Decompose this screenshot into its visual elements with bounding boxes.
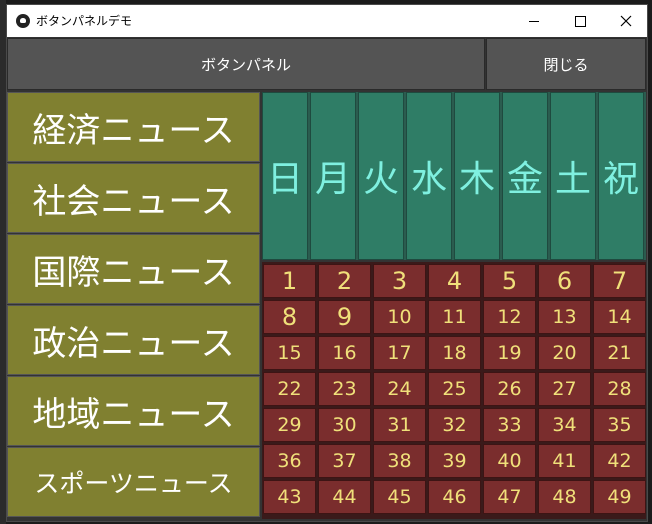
date-button[interactable]: 26 [483,372,536,406]
weekday-button[interactable]: 祝 [598,92,644,260]
weekday-button[interactable]: 水 [406,92,452,260]
date-button[interactable]: 17 [373,336,426,370]
date-button[interactable]: 47 [483,480,536,514]
date-button[interactable]: 23 [318,372,371,406]
minimize-icon [529,20,539,22]
weekday-button[interactable]: 月 [310,92,356,260]
date-button[interactable]: 35 [593,408,646,442]
date-button[interactable]: 22 [263,372,316,406]
app-icon [16,14,30,28]
date-button[interactable]: 5 [483,264,536,298]
date-button[interactable]: 40 [483,444,536,478]
date-button[interactable]: 28 [593,372,646,406]
date-button[interactable]: 4 [428,264,481,298]
date-button[interactable]: 43 [263,480,316,514]
date-button[interactable]: 14 [593,300,646,334]
date-button[interactable]: 20 [538,336,591,370]
weekday-button[interactable]: 金 [502,92,548,260]
date-button[interactable]: 49 [593,480,646,514]
date-button[interactable]: 2 [318,264,371,298]
date-button[interactable]: 48 [538,480,591,514]
weekday-button[interactable]: 木 [454,92,500,260]
maximize-icon [574,15,586,27]
news-button-4[interactable]: 政治ニュース [7,305,260,375]
date-button[interactable]: 3 [373,264,426,298]
date-button[interactable]: 19 [483,336,536,370]
weekday-button[interactable]: 土 [550,92,596,260]
window-title: ボタンパネルデモ [36,14,133,28]
date-button[interactable]: 42 [593,444,646,478]
news-button-5[interactable]: 地域ニュース [7,376,260,446]
date-button[interactable]: 16 [318,336,371,370]
date-grid: 1 2 3 4 5 6 7 8 9 10 11 12 13 14 15 16 17 18 19 20 21 22 23 24 2… [262,262,646,519]
date-button[interactable]: 6 [538,264,591,298]
news-button-2[interactable]: 社会ニュース [7,163,260,233]
date-button[interactable]: 30 [318,408,371,442]
date-button[interactable]: 10 [373,300,426,334]
news-button-3[interactable]: 国際ニュース [7,234,260,304]
date-button[interactable]: 46 [428,480,481,514]
date-button[interactable]: 11 [428,300,481,334]
date-button[interactable]: 33 [483,408,536,442]
date-button[interactable]: 12 [483,300,536,334]
date-button[interactable]: 15 [263,336,316,370]
date-button[interactable]: 44 [318,480,371,514]
maximize-button[interactable] [557,5,603,37]
date-button[interactable]: 1 [263,264,316,298]
date-button[interactable]: 21 [593,336,646,370]
date-button[interactable]: 37 [318,444,371,478]
date-button[interactable]: 41 [538,444,591,478]
weekday-button[interactable]: 日 [262,92,308,260]
date-button[interactable]: 36 [263,444,316,478]
app-window: ボタンパネルデモ ボタンパネル 閉じる 経済ニュース 社会ニュース 国際ニュース 政治… [6,4,648,522]
date-button[interactable]: 45 [373,480,426,514]
date-button[interactable]: 24 [373,372,426,406]
minimize-button[interactable] [511,5,557,37]
weekday-header: 日月火水木金土祝 [262,92,646,260]
title-bar: ボタンパネルデモ [7,5,647,37]
date-button[interactable]: 29 [263,408,316,442]
date-button[interactable]: 34 [538,408,591,442]
date-button[interactable]: 32 [428,408,481,442]
news-button-1[interactable]: 経済ニュース [7,92,260,162]
date-button[interactable]: 9 [318,300,371,334]
date-button[interactable]: 39 [428,444,481,478]
close-icon [620,15,632,27]
date-button[interactable]: 13 [538,300,591,334]
date-button[interactable]: 31 [373,408,426,442]
date-button[interactable]: 18 [428,336,481,370]
weekday-button[interactable]: 火 [358,92,404,260]
date-button[interactable]: 38 [373,444,426,478]
close-button[interactable]: 閉じる [486,38,646,90]
date-button[interactable]: 8 [263,300,316,334]
news-button-6[interactable]: スポーツニュース [7,447,260,517]
date-button[interactable]: 27 [538,372,591,406]
panel-title-button[interactable]: ボタンパネル [7,38,485,90]
date-button[interactable]: 25 [428,372,481,406]
date-button[interactable]: 7 [593,264,646,298]
close-window-button[interactable] [603,5,649,37]
